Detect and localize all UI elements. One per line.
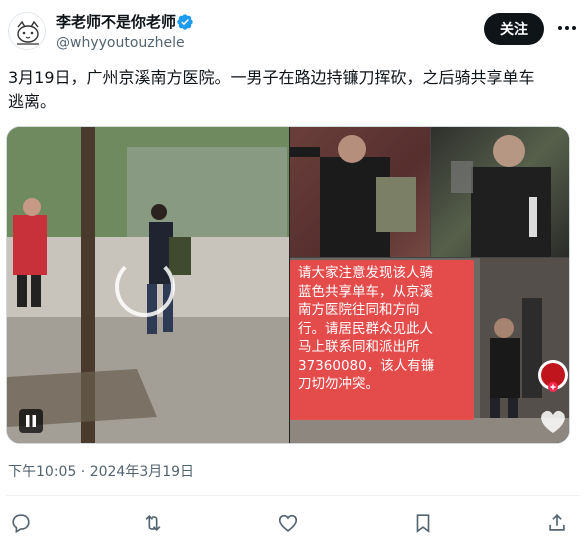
video-player[interactable] [7, 127, 289, 443]
more-icon[interactable] [556, 18, 578, 38]
heart-icon[interactable] [533, 405, 570, 437]
photo-pane [290, 127, 430, 257]
divider [6, 495, 580, 496]
police-notice: 请大家注意发现该人骑 蓝色共享单车，从京溪 南方医院往同和方向 行。请居民群众见… [290, 260, 474, 420]
notice-line: 刀切勿冲突。 [298, 376, 379, 392]
share-icon[interactable] [546, 512, 568, 534]
media-grid[interactable]: 请大家注意发现该人骑 蓝色共享单车，从京溪 南方医院往同和方向 行。请居民群众见… [6, 126, 570, 444]
creator-avatar-icon[interactable] [533, 359, 570, 393]
notice-line: 37360080，该人有镰 [298, 357, 435, 374]
tweet-text: 3月19日，广州京溪南方医院。一男子在路边持镰刀挥砍，之后骑共享单车 逃离。 [8, 66, 578, 114]
tweet-header: 李老师不是你老师 @whyyoutouzhele 关注 [0, 0, 586, 60]
notice-line: 马上联系同和派出所 [298, 339, 420, 355]
follow-button[interactable]: 关注 [484, 13, 544, 45]
avatar[interactable] [8, 12, 46, 50]
tweet-text-line: 逃离。 [8, 92, 57, 111]
pause-icon[interactable] [19, 409, 43, 433]
author-name[interactable]: 李老师不是你老师 [56, 12, 176, 32]
tweet-text-line: 3月19日，广州京溪南方医院。一男子在路边持镰刀挥砍，之后骑共享单车 [8, 68, 535, 87]
side-action-bar: 评论 收藏 [533, 359, 570, 443]
notice-line: 南方医院往同和方向 [298, 302, 420, 318]
photo-pane [431, 127, 569, 257]
action-bar [0, 512, 586, 536]
retweet-icon[interactable] [142, 512, 164, 534]
bookmark-icon[interactable] [412, 512, 434, 534]
verified-badge-icon [177, 14, 193, 30]
reply-icon[interactable] [10, 512, 32, 534]
author-handle[interactable]: @whyyoutouzhele [56, 34, 185, 52]
notice-line: 请大家注意发现该人骑 [298, 265, 433, 281]
loading-spinner-icon [115, 257, 175, 317]
like-icon[interactable] [277, 512, 299, 534]
notice-line: 蓝色共享单车，从京溪 [298, 283, 433, 300]
notice-line: 行。请居民群众见此人 [298, 320, 433, 337]
tweet-timestamp[interactable]: 下午10:05 · 2024年3月19日 [8, 463, 194, 481]
